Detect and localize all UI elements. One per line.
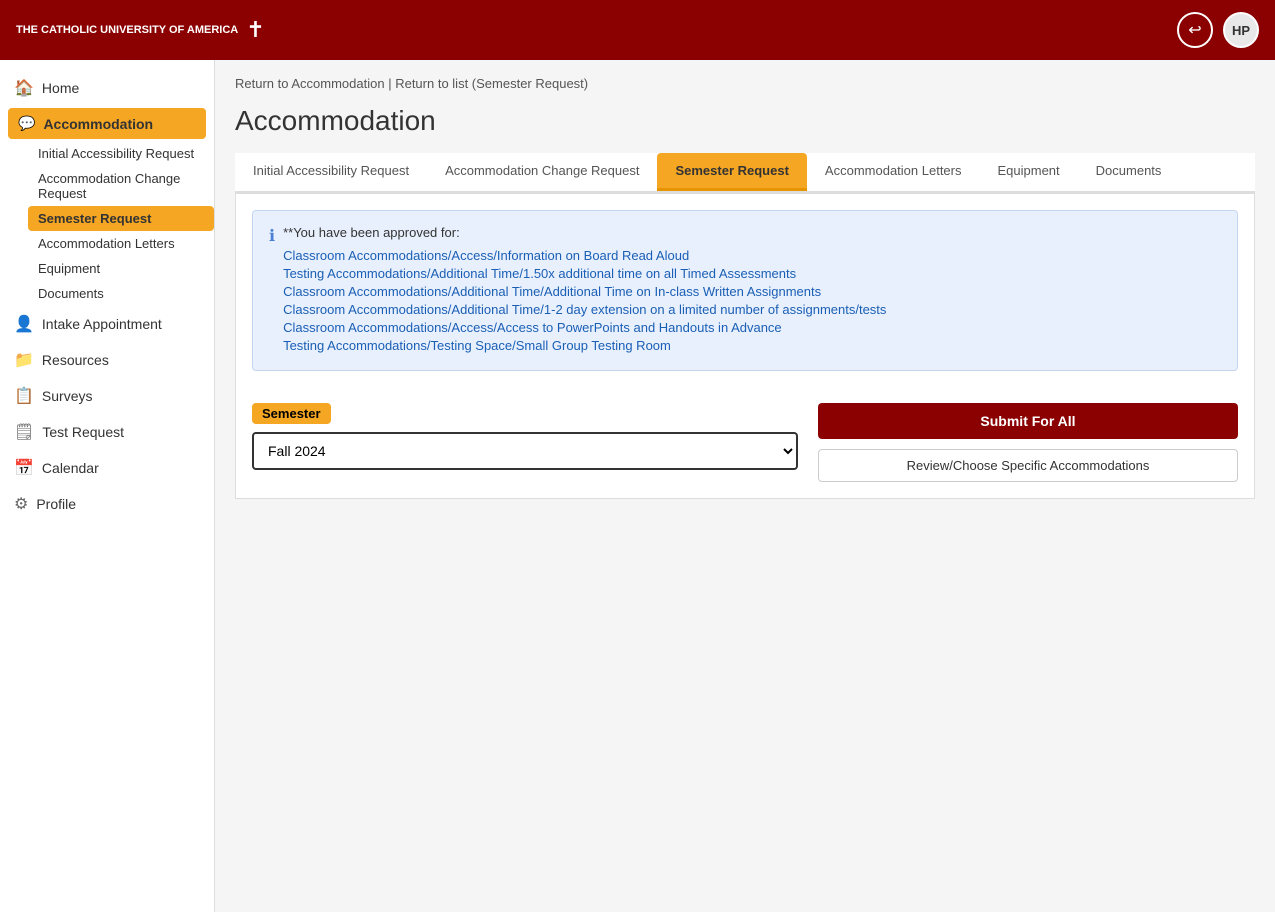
semester-select[interactable]: Fall 2024 Spring 2025 Summer 2025 xyxy=(252,432,798,470)
user-avatar[interactable]: HP xyxy=(1223,12,1259,48)
home-icon: 🏠 xyxy=(14,78,34,98)
cross-icon: ✝ xyxy=(246,17,264,43)
sidebar-item-surveys[interactable]: 📋 Surveys xyxy=(0,378,214,414)
sidebar-calendar-label: Calendar xyxy=(42,460,99,476)
back-icon-button[interactable]: ↩ xyxy=(1177,12,1213,48)
profile-icon: ⚙ xyxy=(14,494,28,514)
accommodation-link-2[interactable]: Classroom Accommodations/Additional Time… xyxy=(283,284,886,299)
breadcrumb: Return to Accommodation | Return to list… xyxy=(235,76,1255,91)
sidebar-item-resources[interactable]: 📁 Resources xyxy=(0,342,214,378)
calendar-icon: 📅 xyxy=(14,458,34,478)
tab-initial-accessibility[interactable]: Initial Accessibility Request xyxy=(235,153,427,191)
tabs-bar: Initial Accessibility Request Accommodat… xyxy=(235,153,1255,193)
tab-accommodation-letters[interactable]: Accommodation Letters xyxy=(807,153,980,191)
sidebar-intake-label: Intake Appointment xyxy=(42,316,162,332)
sidebar-subitem-semester-request[interactable]: Semester Request xyxy=(28,206,214,231)
review-accommodations-button[interactable]: Review/Choose Specific Accommodations xyxy=(818,449,1238,482)
info-icon: ℹ xyxy=(269,226,275,246)
sidebar-surveys-label: Surveys xyxy=(42,388,93,404)
sidebar-test-request-label: Test Request xyxy=(42,424,124,440)
sidebar: 🏠 Home 💬 Accommodation Initial Accessibi… xyxy=(0,60,215,912)
surveys-icon: 📋 xyxy=(14,386,34,406)
page-title: Accommodation xyxy=(235,105,1255,137)
info-content: **You have been approved for: Classroom … xyxy=(283,225,886,356)
tab-semester-request[interactable]: Semester Request xyxy=(657,153,806,191)
sidebar-item-profile[interactable]: ⚙ Profile xyxy=(0,486,214,522)
sidebar-profile-label: Profile xyxy=(36,496,76,512)
sidebar-item-intake-appointment[interactable]: 👤 Intake Appointment xyxy=(0,306,214,342)
info-banner: ℹ **You have been approved for: Classroo… xyxy=(252,210,1238,371)
accommodation-link-3[interactable]: Classroom Accommodations/Additional Time… xyxy=(283,302,886,317)
sidebar-subitem-equipment[interactable]: Equipment xyxy=(28,256,214,281)
layout: 🏠 Home 💬 Accommodation Initial Accessibi… xyxy=(0,60,1275,912)
breadcrumb-return-accommodation[interactable]: Return to Accommodation xyxy=(235,76,385,91)
info-banner-title: **You have been approved for: xyxy=(283,225,886,240)
university-logo: THE CATHOLIC UNIVERSITY OF AMERICA ✝ xyxy=(16,17,265,43)
breadcrumb-return-list[interactable]: Return to list (Semester Request) xyxy=(395,76,588,91)
semester-label: Semester xyxy=(252,403,331,424)
content-box: ℹ **You have been approved for: Classroo… xyxy=(235,193,1255,499)
sidebar-item-calendar[interactable]: 📅 Calendar xyxy=(0,450,214,486)
accommodation-icon: 💬 xyxy=(18,115,35,132)
info-banner-header: ℹ **You have been approved for: Classroo… xyxy=(269,225,1221,356)
test-request-icon: 🗒 xyxy=(14,422,34,442)
form-right: Submit For All Review/Choose Specific Ac… xyxy=(818,403,1238,482)
sidebar-subitem-documents[interactable]: Documents xyxy=(28,281,214,306)
accommodation-label: Accommodation xyxy=(43,116,153,132)
accommodation-link-1[interactable]: Testing Accommodations/Additional Time/1… xyxy=(283,266,886,281)
form-left: Semester Fall 2024 Spring 2025 Summer 20… xyxy=(252,403,798,470)
tab-accommodation-change[interactable]: Accommodation Change Request xyxy=(427,153,657,191)
submit-for-all-button[interactable]: Submit For All xyxy=(818,403,1238,439)
sidebar-item-test-request[interactable]: 🗒 Test Request xyxy=(0,414,214,450)
sidebar-resources-label: Resources xyxy=(42,352,109,368)
accommodation-link-0[interactable]: Classroom Accommodations/Access/Informat… xyxy=(283,248,886,263)
sidebar-subitem-accommodation-letters[interactable]: Accommodation Letters xyxy=(28,231,214,256)
university-name: THE CATHOLIC UNIVERSITY OF AMERICA xyxy=(16,23,238,37)
form-area: Semester Fall 2024 Spring 2025 Summer 20… xyxy=(236,387,1254,498)
sidebar-item-home[interactable]: 🏠 Home xyxy=(0,70,214,106)
sidebar-item-accommodation[interactable]: 💬 Accommodation xyxy=(8,108,206,139)
main-content: Return to Accommodation | Return to list… xyxy=(215,60,1275,912)
header: THE CATHOLIC UNIVERSITY OF AMERICA ✝ ↩ H… xyxy=(0,0,1275,60)
header-actions: ↩ HP xyxy=(1177,12,1259,48)
tab-equipment[interactable]: Equipment xyxy=(980,153,1078,191)
sidebar-subitem-accommodation-change[interactable]: Accommodation Change Request xyxy=(28,166,214,206)
resources-icon: 📁 xyxy=(14,350,34,370)
sidebar-subitem-initial-accessibility[interactable]: Initial Accessibility Request xyxy=(28,141,214,166)
tab-documents[interactable]: Documents xyxy=(1078,153,1180,191)
sidebar-home-label: Home xyxy=(42,80,79,96)
accommodation-link-5[interactable]: Testing Accommodations/Testing Space/Sma… xyxy=(283,338,886,353)
intake-icon: 👤 xyxy=(14,314,34,334)
accommodation-link-4[interactable]: Classroom Accommodations/Access/Access t… xyxy=(283,320,886,335)
accommodation-submenu: Initial Accessibility Request Accommodat… xyxy=(0,141,214,306)
